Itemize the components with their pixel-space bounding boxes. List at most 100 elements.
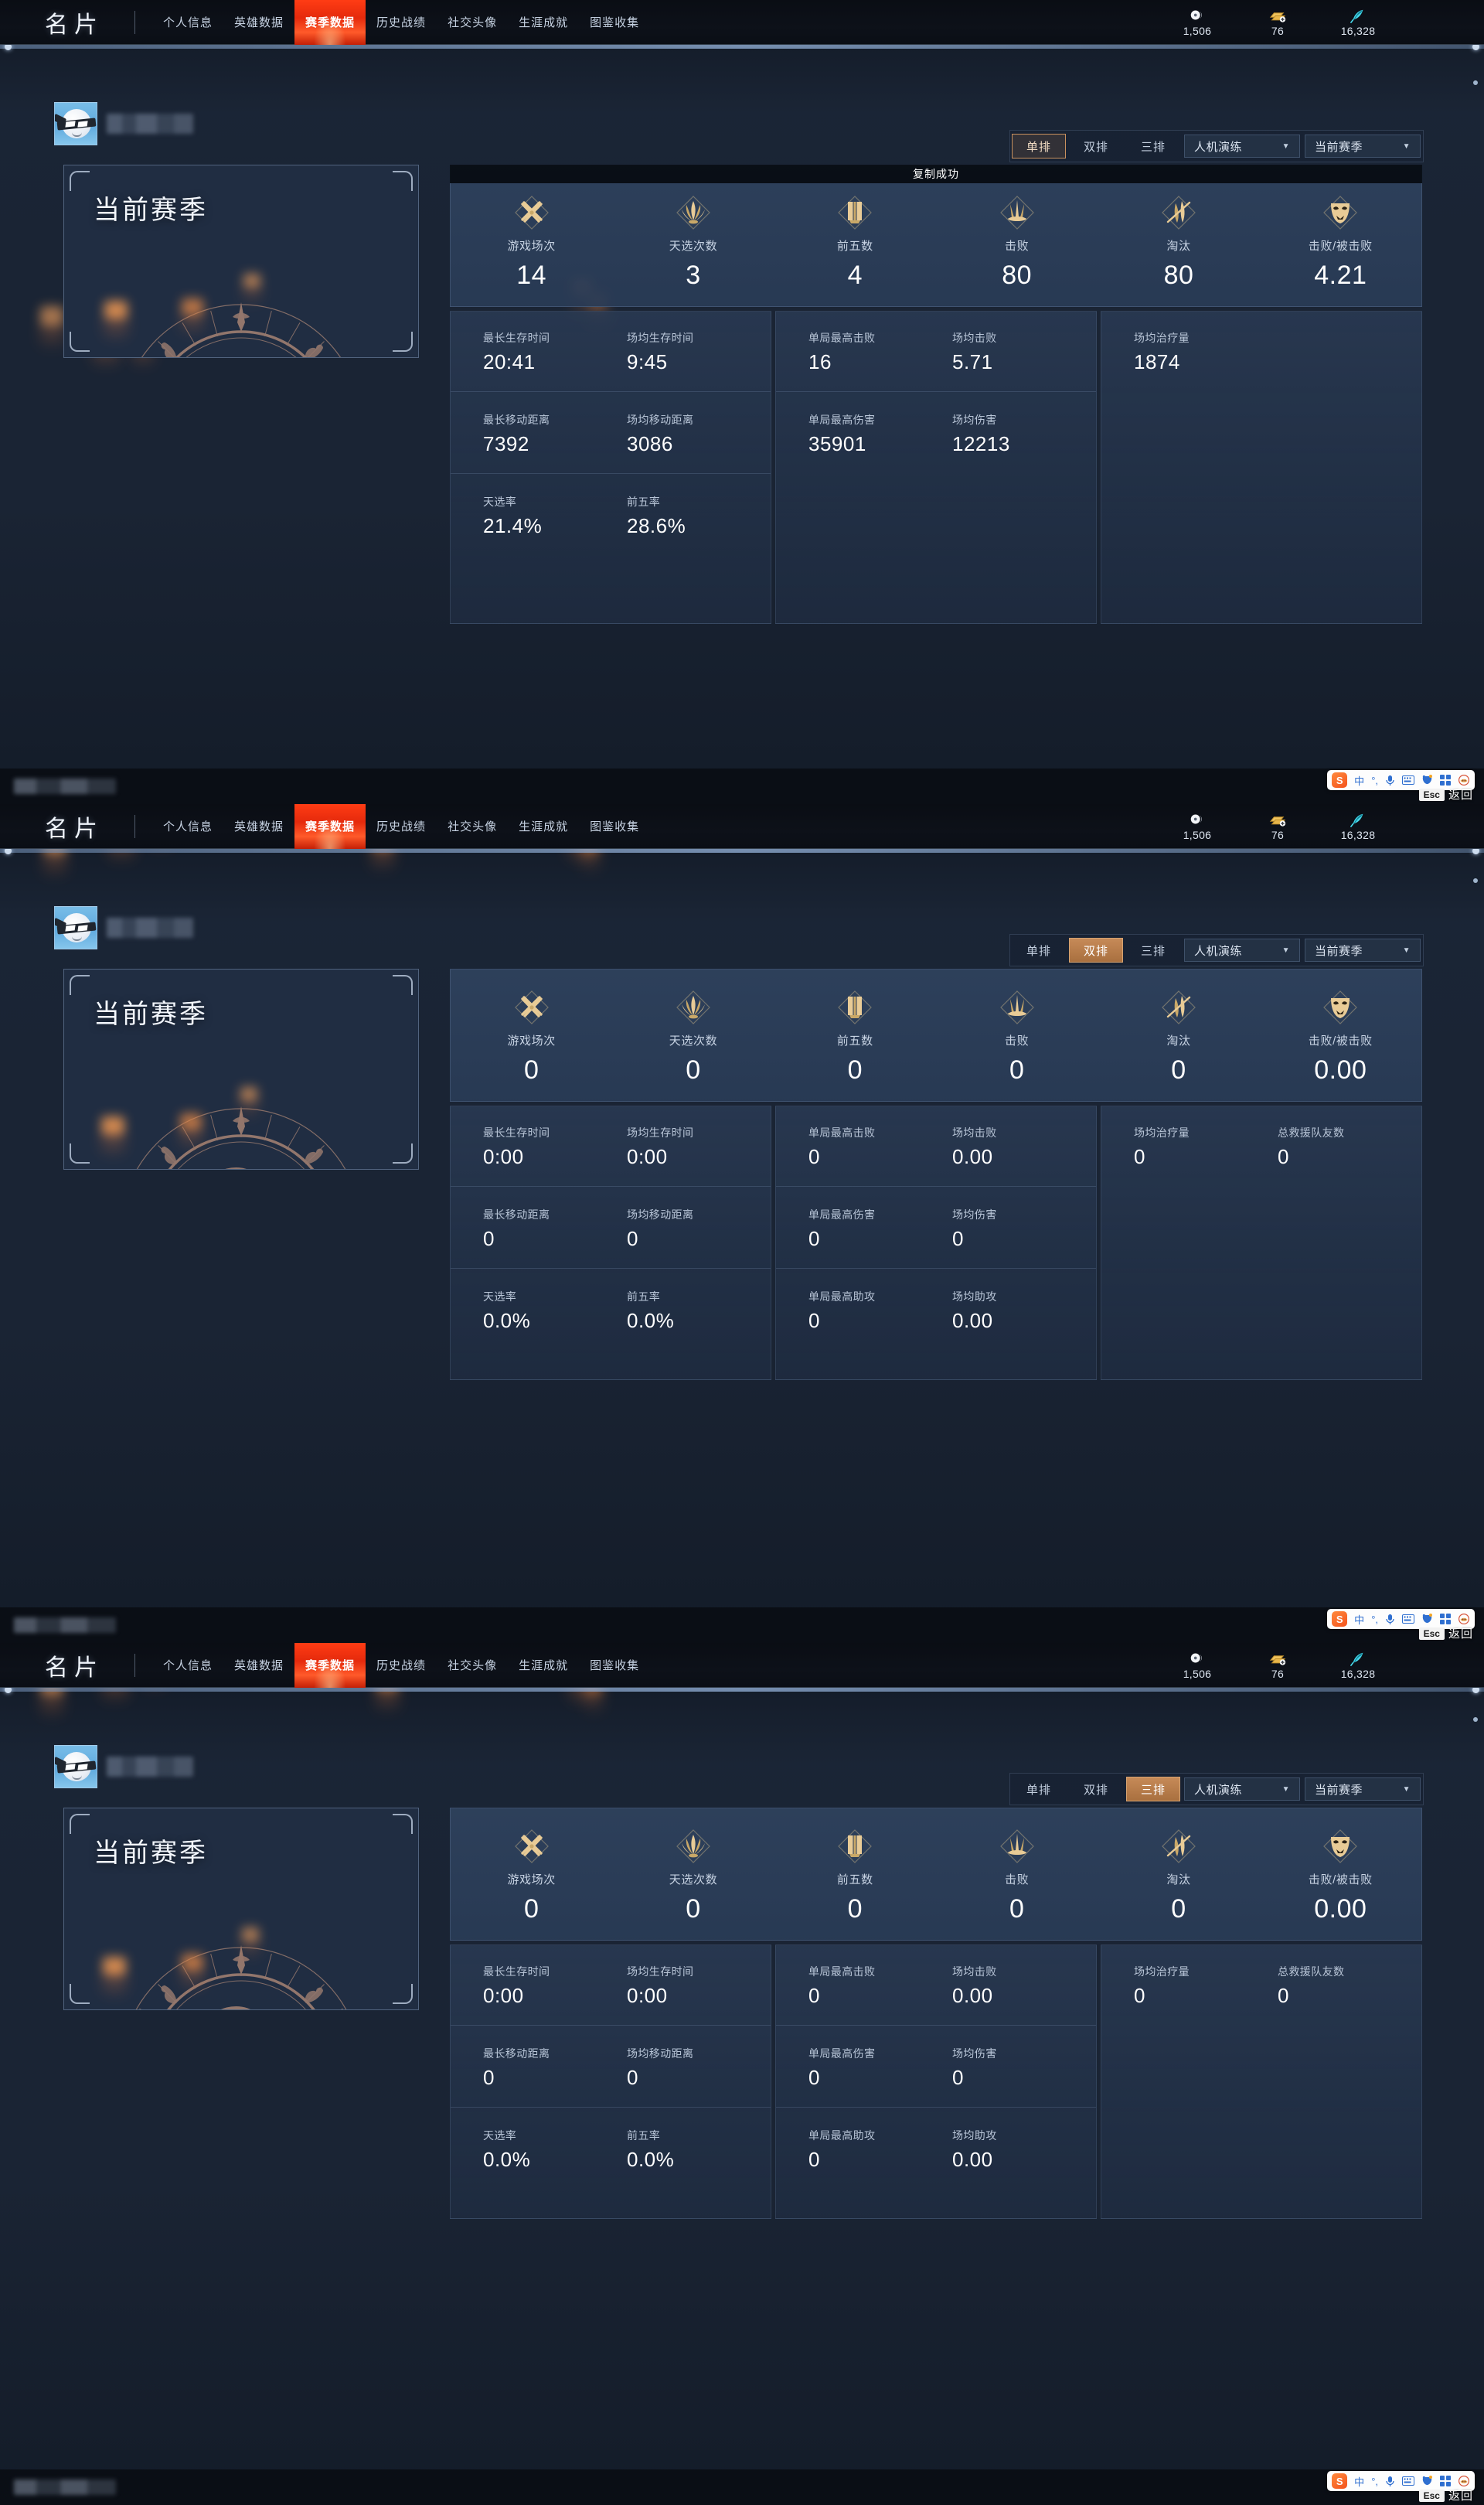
headline-stat-4: 淘汰 80: [1098, 195, 1259, 291]
nav-tab-6[interactable]: 图鉴收集: [579, 804, 650, 849]
nav-tab-0[interactable]: 个人信息: [152, 1643, 223, 1688]
detail-stat-label: 场均生存时间: [627, 1126, 694, 1139]
match-type-dropdown[interactable]: 人机演练 ▼: [1184, 939, 1300, 962]
detail-stat: 场均伤害 0: [952, 1207, 1096, 1251]
season-dropdown[interactable]: 当前赛季 ▼: [1305, 135, 1421, 158]
match-type-dropdown[interactable]: 人机演练 ▼: [1184, 1777, 1300, 1801]
nav-tab-2[interactable]: 赛季数据: [294, 0, 366, 45]
headline-stat-value: 0.00: [1314, 1894, 1367, 1924]
detail-stat: 单局最高伤害 0: [808, 1207, 952, 1251]
mode-tab-单排[interactable]: 单排: [1012, 1777, 1066, 1801]
currency-0[interactable]: 1,506: [1173, 811, 1221, 841]
chevron-down-icon: ▼: [1402, 141, 1411, 151]
mode-tab-三排[interactable]: 三排: [1126, 938, 1180, 963]
keyboard-icon[interactable]: [1402, 775, 1414, 785]
nav-tab-4[interactable]: 社交头像: [437, 1643, 508, 1688]
mode-tab-三排[interactable]: 三排: [1126, 134, 1180, 158]
nav-tab-3[interactable]: 历史战绩: [366, 0, 437, 45]
card-corner: [70, 171, 90, 191]
microphone-icon[interactable]: [1385, 2476, 1395, 2487]
lantern-light: [182, 298, 203, 336]
nav-tab-4[interactable]: 社交头像: [437, 804, 508, 849]
nav-tab-1[interactable]: 英雄数据: [223, 804, 294, 849]
chevron-down-icon: ▼: [1281, 1784, 1290, 1794]
season-dropdown[interactable]: 当前赛季 ▼: [1305, 939, 1421, 962]
nav-tab-6[interactable]: 图鉴收集: [579, 1643, 650, 1688]
ime-language-toggle[interactable]: 中: [1354, 773, 1364, 788]
nav-tab-3[interactable]: 历史战绩: [366, 804, 437, 849]
nav-tab-2[interactable]: 赛季数据: [294, 804, 366, 849]
ime-punctuation-toggle[interactable]: °,: [1371, 2476, 1378, 2487]
microphone-icon[interactable]: [1385, 775, 1395, 786]
currency-0[interactable]: 1,506: [1173, 1650, 1221, 1680]
currency-1[interactable]: 76: [1254, 7, 1302, 37]
mode-tab-双排[interactable]: 双排: [1069, 1777, 1123, 1801]
keyboard-icon[interactable]: [1402, 1614, 1414, 1624]
toolbox-icon[interactable]: [1458, 2476, 1470, 2486]
nav-tab-1[interactable]: 英雄数据: [223, 0, 294, 45]
phoenix-crest-icon: [676, 990, 711, 1025]
season-card[interactable]: 当前赛季: [63, 969, 419, 1170]
ime-language-toggle[interactable]: 中: [1354, 2474, 1364, 2489]
detail-stat-label: 场均移动距离: [627, 1208, 694, 1221]
avatar[interactable]: [54, 102, 97, 145]
mode-tab-单排[interactable]: 单排: [1012, 938, 1066, 963]
toolbox-icon[interactable]: [1458, 1614, 1470, 1624]
nav-tab-5[interactable]: 生涯成就: [508, 804, 579, 849]
avatar[interactable]: [54, 906, 97, 949]
esc-hint: Esc 返回: [1418, 1625, 1473, 1641]
currency-0[interactable]: 1,506: [1173, 7, 1221, 37]
ime-punctuation-toggle[interactable]: °,: [1371, 1614, 1378, 1625]
ime-punctuation-toggle[interactable]: °,: [1371, 775, 1378, 786]
nav-tab-6[interactable]: 图鉴收集: [579, 0, 650, 45]
currency-1[interactable]: 76: [1254, 811, 1302, 841]
currency-2[interactable]: 16,328: [1334, 811, 1382, 841]
nav-tab-1[interactable]: 英雄数据: [223, 1643, 294, 1688]
keyboard-icon[interactable]: [1402, 2476, 1414, 2486]
ime-language-toggle[interactable]: 中: [1354, 1612, 1364, 1627]
nav-tab-0[interactable]: 个人信息: [152, 804, 223, 849]
detail-stat-label: 最长生存时间: [483, 1126, 550, 1139]
season-card[interactable]: 当前赛季: [63, 165, 419, 358]
apps-grid-icon[interactable]: [1440, 775, 1451, 786]
mascot-icon[interactable]: [1421, 1614, 1433, 1624]
avatar[interactable]: [54, 1745, 97, 1788]
sogou-logo-icon[interactable]: S: [1332, 2473, 1348, 2489]
currency-2[interactable]: 16,328: [1334, 1650, 1382, 1680]
detail-column-2: 场均治疗量 1874: [1101, 311, 1422, 624]
nav-tab-3[interactable]: 历史战绩: [366, 1643, 437, 1688]
mode-tab-单排[interactable]: 单排: [1012, 134, 1066, 158]
microphone-icon[interactable]: [1385, 1614, 1395, 1625]
mode-tab-双排[interactable]: 双排: [1069, 134, 1123, 158]
mascot-icon[interactable]: [1421, 2476, 1433, 2486]
nav-tab-2[interactable]: 赛季数据: [294, 1643, 366, 1688]
detail-stat-label: 天选率: [483, 1290, 517, 1303]
currency-value: 1,506: [1183, 829, 1212, 841]
detail-stat-label: 场均治疗量: [1134, 1126, 1190, 1139]
match-type-dropdown[interactable]: 人机演练 ▼: [1184, 135, 1300, 158]
mode-tab-三排[interactable]: 三排: [1126, 1777, 1180, 1801]
detail-stat: 单局最高击败 0: [808, 1964, 952, 2008]
nav-tab-4[interactable]: 社交头像: [437, 0, 508, 45]
detail-stats: 最长生存时间 0:00 场均生存时间 0:00 最长移动距离 0 场均移动距离 …: [450, 1106, 1422, 1380]
headline-stat-value: 0: [686, 1894, 701, 1924]
detail-stat: 场均助攻 0.00: [952, 1289, 1096, 1333]
toolbox-icon[interactable]: [1458, 775, 1470, 786]
apps-grid-icon[interactable]: [1440, 2476, 1451, 2486]
mascot-icon[interactable]: [1421, 775, 1433, 786]
season-dropdown[interactable]: 当前赛季 ▼: [1305, 1777, 1421, 1801]
sogou-logo-icon[interactable]: S: [1332, 1611, 1348, 1627]
sogou-logo-icon[interactable]: S: [1332, 772, 1348, 788]
mode-tab-双排[interactable]: 双排: [1069, 938, 1123, 963]
card-corner: [70, 1143, 90, 1164]
detail-stat-label: 场均击败: [952, 1965, 997, 1978]
nav-tab-5[interactable]: 生涯成就: [508, 0, 579, 45]
nav-tab-5[interactable]: 生涯成就: [508, 1643, 579, 1688]
banner-scroll-icon: [837, 990, 873, 1025]
currency-1[interactable]: 76: [1254, 1650, 1302, 1680]
detail-stat-label: 单局最高伤害: [808, 2047, 876, 2060]
season-card[interactable]: 当前赛季: [63, 1808, 419, 2010]
currency-2[interactable]: 16,328: [1334, 7, 1382, 37]
apps-grid-icon[interactable]: [1440, 1614, 1451, 1624]
nav-tab-0[interactable]: 个人信息: [152, 0, 223, 45]
